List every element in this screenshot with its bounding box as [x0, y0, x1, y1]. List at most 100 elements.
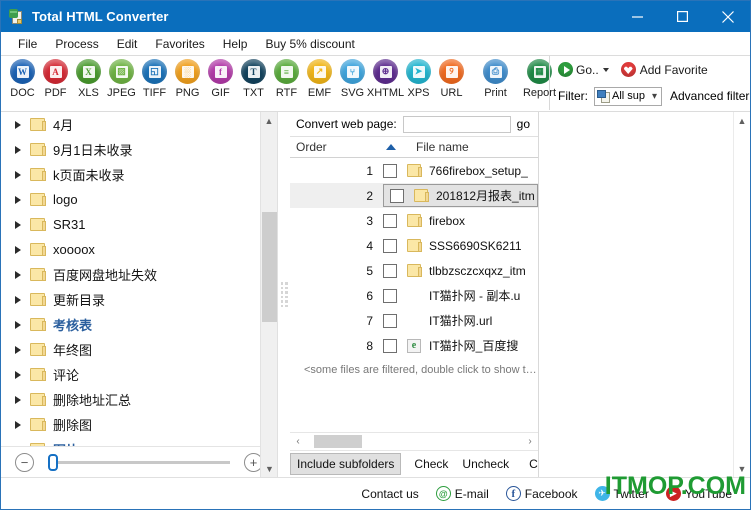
table-row[interactable]: 5 tlbbzsczcxqxz_itm: [290, 258, 538, 283]
tree-item[interactable]: 9月1日未收录: [1, 137, 277, 162]
tree-item[interactable]: 考核表: [1, 312, 277, 337]
tree-vertical-scrollbar[interactable]: ▲ ▼: [260, 112, 277, 477]
row-checkbox[interactable]: [383, 288, 397, 303]
expand-arrow-icon[interactable]: [15, 145, 21, 154]
xhtml-button[interactable]: ⊕ XHTML: [367, 59, 404, 99]
jpeg-button[interactable]: ▨ JPEG: [105, 59, 138, 99]
expand-arrow-icon[interactable]: [15, 120, 21, 129]
expand-arrow-icon[interactable]: [15, 320, 21, 329]
convert-web-page-input[interactable]: [402, 115, 511, 133]
table-row[interactable]: 1 766firebox_setup_: [290, 158, 538, 183]
tree-item[interactable]: 百度网盘地址失效: [1, 262, 277, 287]
tree-item[interactable]: xoooox: [1, 237, 277, 262]
svg-button[interactable]: ⑂ SVG: [336, 59, 369, 99]
row-content[interactable]: 766firebox_setup_: [383, 159, 538, 182]
menu-item-help[interactable]: Help: [214, 34, 257, 54]
menu-item-buy-discount[interactable]: Buy 5% discount: [256, 34, 363, 54]
row-content[interactable]: tlbbzsczcxqxz_itm: [383, 259, 538, 282]
add-favorite-button[interactable]: Add Favorite: [620, 62, 708, 77]
expand-arrow-icon[interactable]: [15, 295, 21, 304]
scroll-left-arrow-icon[interactable]: ‹: [290, 436, 306, 447]
emf-button[interactable]: ↗ EMF: [303, 59, 336, 99]
table-row[interactable]: 4 SSS6690SK6211: [290, 233, 538, 258]
twitter-link[interactable]: ✈ Twitter: [594, 486, 649, 501]
expand-arrow-icon[interactable]: [15, 220, 21, 229]
row-checkbox[interactable]: [383, 163, 397, 178]
clear-button[interactable]: C: [522, 453, 538, 475]
txt-button[interactable]: T TXT: [237, 59, 270, 99]
advanced-filter-link[interactable]: Advanced filter: [670, 89, 749, 103]
row-checkbox[interactable]: [383, 263, 397, 278]
row-content[interactable]: IT猫扑网.url: [383, 309, 538, 332]
row-content[interactable]: e IT猫扑网_百度搜: [383, 334, 538, 357]
tree-item[interactable]: SR31: [1, 212, 277, 237]
uncheck-button[interactable]: Uncheck: [455, 453, 516, 475]
tree-item[interactable]: 删除图: [1, 412, 277, 437]
tree-scroll-thumb[interactable]: [262, 212, 277, 322]
folder-tree[interactable]: 4月 9月1日未收录 k页面未收录 logo SR31 xoooox 百度网盘地址失效 更新目…: [1, 112, 277, 446]
menu-item-edit[interactable]: Edit: [108, 34, 147, 54]
tree-item[interactable]: 年终图: [1, 337, 277, 362]
hscroll-thumb[interactable]: [314, 435, 362, 448]
convert-go-button[interactable]: go: [517, 117, 530, 131]
file-horizontal-scrollbar[interactable]: ‹ ›: [290, 432, 538, 450]
scroll-up-arrow-icon[interactable]: ▲: [734, 112, 750, 129]
table-row[interactable]: 3 firebox: [290, 208, 538, 233]
zoom-slider-track[interactable]: [48, 453, 230, 471]
row-checkbox[interactable]: [383, 338, 397, 353]
go-button[interactable]: Go..: [558, 62, 609, 77]
hscroll-track[interactable]: [306, 435, 522, 448]
check-button[interactable]: Check: [407, 453, 455, 475]
row-checkbox[interactable]: [383, 238, 397, 253]
tree-item[interactable]: 更新目录: [1, 287, 277, 312]
minimize-button[interactable]: [615, 1, 660, 32]
doc-button[interactable]: W DOC: [6, 59, 39, 99]
xls-button[interactable]: X XLS: [72, 59, 105, 99]
table-row[interactable]: 7 IT猫扑网.url: [290, 308, 538, 333]
row-checkbox[interactable]: [390, 188, 404, 203]
xps-button[interactable]: ➤ XPS: [402, 59, 435, 99]
row-content[interactable]: firebox: [383, 209, 538, 232]
facebook-link[interactable]: f Facebook: [505, 486, 578, 501]
tree-item[interactable]: 删除地址汇总: [1, 387, 277, 412]
table-row[interactable]: 6 IT猫扑网 - 副本.u: [290, 283, 538, 308]
table-row[interactable]: 8 e IT猫扑网_百度搜: [290, 333, 538, 358]
row-checkbox[interactable]: [383, 313, 397, 328]
tree-item[interactable]: k页面未收录: [1, 162, 277, 187]
close-button[interactable]: [705, 1, 750, 32]
tree-item[interactable]: 4月: [1, 112, 277, 137]
zoom-slider-thumb[interactable]: [48, 453, 58, 471]
url-button[interactable]: ୨ URL: [435, 59, 468, 99]
expand-arrow-icon[interactable]: [15, 445, 21, 446]
row-content[interactable]: SSS6690SK6211: [383, 234, 538, 257]
scroll-up-arrow-icon[interactable]: ▲: [261, 112, 277, 129]
tree-item[interactable]: 评论: [1, 362, 277, 387]
table-row[interactable]: 2 201812月报表_itm: [290, 183, 538, 208]
row-content[interactable]: IT猫扑网 - 副本.u: [383, 284, 538, 307]
pane-splitter[interactable]: [277, 112, 290, 477]
menu-item-favorites[interactable]: Favorites: [146, 34, 213, 54]
expand-arrow-icon[interactable]: [15, 170, 21, 179]
expand-arrow-icon[interactable]: [15, 370, 21, 379]
expand-arrow-icon[interactable]: [15, 395, 21, 404]
email-link[interactable]: @ E-mail: [435, 486, 489, 501]
scroll-right-arrow-icon[interactable]: ›: [522, 436, 538, 447]
expand-arrow-icon[interactable]: [15, 195, 21, 204]
expand-arrow-icon[interactable]: [15, 270, 21, 279]
scroll-down-arrow-icon[interactable]: ▼: [734, 460, 750, 477]
include-subfolders-button[interactable]: Include subfolders: [290, 453, 402, 475]
column-header-filename[interactable]: File name: [408, 140, 469, 154]
filtered-files-note[interactable]: <some files are filtered, double click t…: [290, 358, 538, 376]
filter-select[interactable]: All sup ▾: [594, 86, 662, 106]
zoom-out-button[interactable]: −: [15, 452, 34, 472]
contact-us-label[interactable]: Contact us: [361, 487, 418, 501]
tree-item[interactable]: 图片: [1, 437, 277, 446]
row-checkbox[interactable]: [383, 213, 397, 228]
column-header-order[interactable]: Order: [290, 140, 408, 154]
scroll-down-arrow-icon[interactable]: ▼: [261, 460, 278, 477]
gif-button[interactable]: f GIF: [204, 59, 237, 99]
expand-arrow-icon[interactable]: [15, 245, 21, 254]
print-button[interactable]: ⎙ Print: [479, 59, 512, 99]
tiff-button[interactable]: ◱ TIFF: [138, 59, 171, 99]
youtube-link[interactable]: ▶ YouTube: [665, 486, 732, 501]
